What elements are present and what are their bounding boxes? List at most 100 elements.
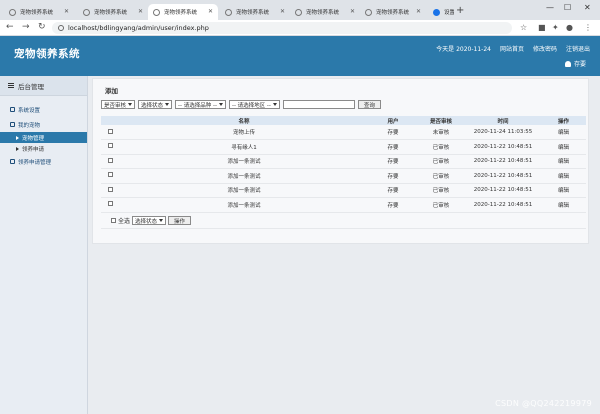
globe-icon — [153, 8, 160, 16]
close-tab-icon[interactable]: ✕ — [416, 8, 421, 15]
profile-icon[interactable]: ● — [566, 23, 573, 32]
home-link[interactable]: 网站首页 — [500, 44, 524, 53]
approval-select[interactable]: 是否审核 — [101, 100, 136, 109]
browser-tab-5[interactable]: 宠物领养系统 ✕ — [290, 4, 360, 20]
row-checkbox[interactable] — [107, 143, 113, 149]
sidebar-item-system-settings[interactable]: 系统设置 — [0, 102, 87, 117]
url-input[interactable]: localhost/bdlingyang/admin/user/index.ph… — [52, 22, 512, 34]
main-panel: 添加 是否审核 选择状态 -- 请选择品种 -- -- 请选择地区 -- 查询 — [88, 76, 600, 414]
cell-name: 添加一条测试 — [119, 154, 369, 169]
header-links: 今天是 2020-11-24 网站首页 修改密码 注销退出 — [436, 44, 590, 53]
chevron-down-icon — [159, 219, 164, 222]
globe-icon — [295, 8, 302, 16]
edit-link[interactable]: 编辑 — [541, 183, 586, 198]
cell-user: 存要 — [369, 183, 417, 198]
cell-user: 存要 — [369, 168, 417, 184]
logout-link[interactable]: 注销退出 — [566, 44, 590, 53]
star-icon[interactable]: ☆ — [520, 23, 527, 32]
cell-user: 存要 — [369, 125, 417, 140]
close-tab-icon[interactable]: ✕ — [64, 8, 69, 15]
cell-time: 2020-11-22 10:48:51 — [465, 139, 541, 155]
triangle-right-icon — [16, 146, 19, 151]
browser-tab-4[interactable]: 宠物领养系统 ✕ — [220, 4, 290, 20]
change-password-link[interactable]: 修改密码 — [533, 44, 557, 53]
edit-link[interactable]: 编辑 — [541, 168, 586, 184]
extension-icon[interactable]: ■ — [538, 23, 546, 32]
cell-name: 宠物上传 — [119, 125, 369, 140]
filter-bar: 是否审核 选择状态 -- 请选择品种 -- -- 请选择地区 -- 查询 — [101, 100, 381, 109]
sidebar-sub-pet-management[interactable]: 宠物管理 — [0, 132, 87, 143]
address-bar: ← → ↻ localhost/bdlingyang/admin/user/in… — [0, 20, 600, 36]
forward-icon[interactable]: → — [22, 22, 30, 32]
cell-approved: 已审核 — [417, 154, 465, 169]
maximize-icon[interactable]: ☐ — [564, 3, 571, 12]
pet-table: 名称 用户 是否审核 时间 操作 宠物上传 存要 未审核 2020-11-24 … — [101, 116, 586, 213]
edit-link[interactable]: 编辑 — [541, 139, 586, 155]
cell-time: 2020-11-24 11:03:55 — [465, 125, 541, 140]
close-tab-icon[interactable]: ✕ — [350, 8, 355, 15]
row-checkbox[interactable] — [107, 128, 113, 134]
select-all-checkbox[interactable] — [111, 218, 116, 223]
row-checkbox[interactable] — [107, 201, 113, 207]
cell-name: 添加一条测试 — [119, 197, 369, 213]
region-select[interactable]: -- 请选择地区 -- — [228, 100, 280, 109]
app-title: 宠物领养系统 — [14, 48, 80, 60]
sidebar-item-my-pets[interactable]: 我的宠物 — [0, 117, 87, 132]
bulk-status-select[interactable]: 选择状态 — [132, 216, 167, 225]
cell-time: 2020-11-22 10:48:51 — [465, 197, 541, 213]
close-tab-icon[interactable]: ✕ — [138, 8, 143, 15]
user-icon — [564, 60, 571, 67]
row-checkbox[interactable] — [107, 186, 113, 192]
reload-icon[interactable]: ↻ — [38, 22, 46, 32]
puzzle-icon[interactable]: ✦ — [552, 23, 559, 32]
today-date: 今天是 2020-11-24 — [436, 46, 491, 53]
bulk-action-bar: 全选 选择状态 操作 — [101, 213, 586, 229]
row-checkbox[interactable] — [107, 172, 113, 178]
cell-time: 2020-11-22 10:48:51 — [465, 183, 541, 198]
status-select[interactable]: 选择状态 — [138, 100, 173, 109]
info-icon — [58, 25, 64, 31]
menu-dots-icon[interactable]: ⋮ — [584, 23, 592, 32]
cell-name: 寻有缘人1 — [119, 139, 369, 155]
sidebar-item-adoption-management[interactable]: 领养申请管理 — [0, 154, 87, 169]
minimize-icon[interactable]: — — [546, 3, 554, 12]
sidebar: 后台管理 系统设置 我的宠物 宠物管理 领养申请 领养申请管理 — [0, 76, 88, 414]
chevron-down-icon — [272, 103, 277, 106]
table-row: 添加一条测试 存要 已审核 2020-11-22 10:48:51 编辑 — [101, 197, 586, 213]
cell-approved: 已审核 — [417, 168, 465, 184]
sidebar-sub-adoption-requests[interactable]: 领养申请 — [0, 143, 87, 154]
cell-approved: 未审核 — [417, 125, 465, 140]
browser-tab-settings[interactable]: 设置 — [428, 4, 454, 20]
bulk-action-button[interactable]: 操作 — [168, 216, 192, 225]
cell-approved: 已审核 — [417, 197, 465, 213]
table-row: 添加一条测试 存要 已审核 2020-11-22 10:48:51 编辑 — [101, 168, 586, 184]
cell-user: 存要 — [369, 154, 417, 169]
current-user[interactable]: 存要 — [564, 59, 586, 68]
close-tab-icon[interactable]: ✕ — [208, 8, 213, 15]
close-tab-icon[interactable]: ✕ — [280, 8, 285, 15]
table-header-row: 名称 用户 是否审核 时间 操作 — [101, 116, 586, 125]
close-window-icon[interactable]: ✕ — [584, 3, 591, 12]
page-title[interactable]: 添加 — [105, 85, 118, 95]
breed-select[interactable]: -- 请选择品种 -- — [175, 100, 226, 109]
browser-tab-2[interactable]: 宠物领养系统 ✕ — [78, 4, 148, 20]
edit-link[interactable]: 编辑 — [541, 154, 586, 169]
select-all-label: 全选 — [118, 218, 131, 225]
col-name: 名称 — [119, 116, 369, 125]
browser-tab-3-active[interactable]: 宠物领养系统 ✕ — [148, 4, 218, 20]
content-panel: 添加 是否审核 选择状态 -- 请选择品种 -- -- 请选择地区 -- 查询 — [92, 78, 589, 244]
search-button[interactable]: 查询 — [357, 100, 381, 109]
edit-link[interactable]: 编辑 — [541, 125, 586, 140]
back-icon[interactable]: ← — [6, 22, 14, 32]
row-checkbox[interactable] — [107, 157, 113, 163]
edit-link[interactable]: 编辑 — [541, 197, 586, 213]
cell-user: 存要 — [369, 139, 417, 155]
col-approved: 是否审核 — [417, 116, 465, 125]
search-input[interactable] — [282, 100, 355, 109]
browser-tab-6[interactable]: 宠物领养系统 ✕ — [360, 4, 426, 20]
table-row: 添加一条测试 存要 已审核 2020-11-22 10:48:51 编辑 — [101, 154, 586, 169]
new-tab-icon[interactable]: + — [456, 5, 464, 16]
cell-name: 添加一条测试 — [119, 183, 369, 198]
globe-icon — [365, 8, 372, 16]
browser-tab-1[interactable]: 宠物领养系统 ✕ — [4, 4, 74, 20]
